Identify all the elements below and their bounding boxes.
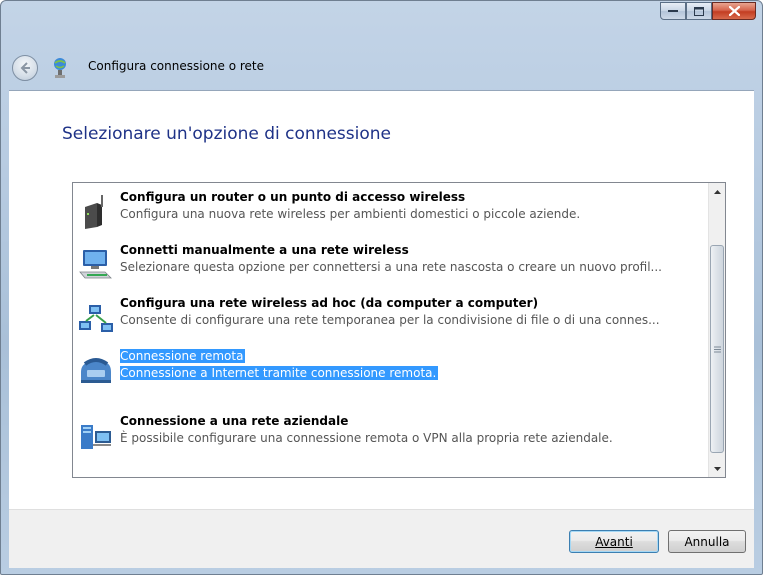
minimize-button[interactable] xyxy=(660,2,686,20)
option-description: Selezionare questa opzione per connetter… xyxy=(120,260,662,274)
scrollbar-thumb[interactable] xyxy=(710,245,724,453)
network-setup-icon xyxy=(54,58,66,78)
button-footer: Avanti Annulla xyxy=(9,509,754,568)
cancel-button[interactable]: Annulla xyxy=(668,530,746,553)
workplace-network-icon xyxy=(81,425,111,449)
dialog-window: Configura connessione o rete Selezionare… xyxy=(0,0,763,575)
list-item-dialup[interactable]: Connessione remota Connessione a Interne… xyxy=(73,349,699,394)
close-button[interactable] xyxy=(712,2,756,20)
page-heading: Selezionare un'opzione di connessione xyxy=(62,124,391,144)
list-item-manual-wireless[interactable]: Connetti manualmente a una rete wireless… xyxy=(73,243,699,288)
minimize-icon xyxy=(668,10,678,12)
list-item-workplace[interactable]: Connessione a una rete aziendale È possi… xyxy=(73,414,699,459)
list-item-router[interactable]: Configura un router o un punto di access… xyxy=(73,190,699,235)
scroll-down-button[interactable] xyxy=(709,460,725,477)
next-button-label: Avanti xyxy=(595,534,633,549)
connection-options-list[interactable]: Configura un router o un punto di access… xyxy=(72,182,726,478)
title-bar[interactable] xyxy=(1,1,762,31)
back-arrow-icon xyxy=(20,62,30,74)
dialup-modem-icon xyxy=(81,358,111,383)
manual-wireless-icon xyxy=(79,250,112,279)
maximize-button[interactable] xyxy=(686,2,712,20)
option-title: Configura una rete wireless ad hoc (da c… xyxy=(120,296,539,310)
option-title: Connetti manualmente a una rete wireless xyxy=(120,243,409,257)
adhoc-network-icon xyxy=(79,305,113,332)
next-button[interactable]: Avanti xyxy=(569,530,659,553)
option-title: Connessione remota xyxy=(120,349,246,363)
chevron-down-icon xyxy=(713,466,721,471)
option-description: Consente di configurare una rete tempora… xyxy=(120,313,660,327)
chevron-up-icon xyxy=(713,189,721,194)
maximize-icon xyxy=(694,6,704,16)
option-description: Connessione a Internet tramite connessio… xyxy=(120,366,439,380)
option-description: Configura una nuova rete wireless per am… xyxy=(120,207,581,221)
scroll-up-button[interactable] xyxy=(709,183,725,200)
grip-icon xyxy=(713,346,721,352)
vertical-scrollbar[interactable] xyxy=(708,183,725,477)
content-area: Selezionare un'opzione di connessione Co… xyxy=(9,90,754,509)
option-description: È possibile configurare una connessione … xyxy=(120,431,613,445)
option-title: Connessione a una rete aziendale xyxy=(120,414,349,428)
list-item-adhoc[interactable]: Configura una rete wireless ad hoc (da c… xyxy=(73,296,699,341)
caption-buttons xyxy=(660,2,756,20)
window-title: Configura connessione o rete xyxy=(88,59,265,73)
back-button[interactable] xyxy=(12,55,38,81)
wireless-router-icon xyxy=(85,195,103,229)
option-title: Configura un router o un punto di access… xyxy=(120,190,466,204)
close-icon xyxy=(728,6,740,16)
navigation-bar: Configura connessione o rete xyxy=(1,49,762,89)
